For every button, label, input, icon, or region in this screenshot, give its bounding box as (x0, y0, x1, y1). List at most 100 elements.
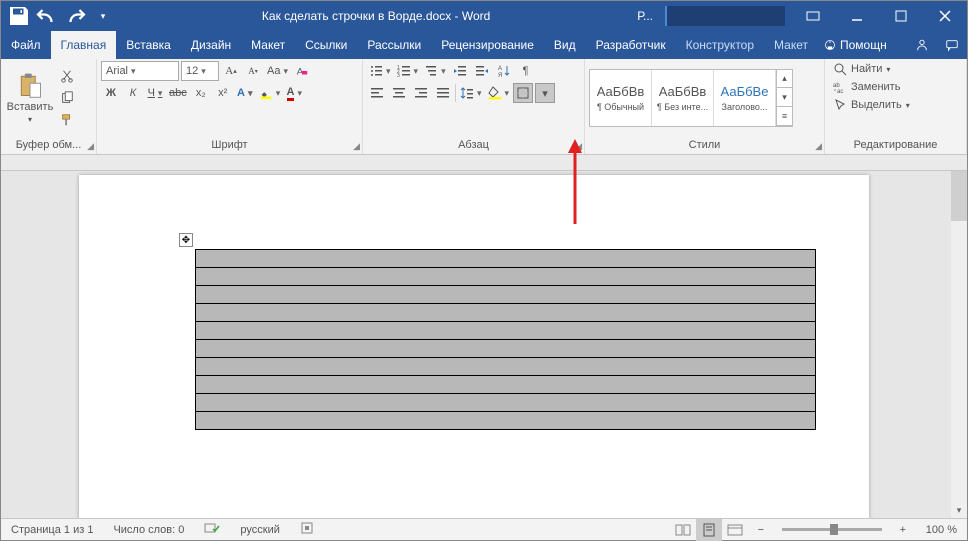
maximize-icon[interactable] (879, 1, 923, 31)
vertical-scrollbar[interactable]: ▾ (951, 171, 967, 518)
table-row[interactable] (196, 394, 816, 412)
zoom-in-icon[interactable]: + (890, 519, 916, 541)
customize-qat-icon[interactable]: ▾ (91, 4, 115, 28)
close-icon[interactable] (923, 1, 967, 31)
ribbon-display-icon[interactable] (791, 1, 835, 31)
superscript-button[interactable]: x² (213, 83, 233, 103)
format-painter-icon[interactable] (57, 110, 77, 130)
status-language[interactable]: русский (230, 524, 289, 536)
italic-button[interactable]: К (123, 83, 143, 103)
tab-mailings[interactable]: Рассылки (357, 31, 431, 59)
table-row[interactable] (196, 304, 816, 322)
borders-dropdown-icon[interactable]: ▾ (535, 83, 555, 103)
decrease-indent-icon[interactable] (450, 61, 470, 81)
align-left-icon[interactable] (367, 83, 387, 103)
style-heading1[interactable]: АаБбВеЗаголово... (714, 70, 776, 126)
zoom-level[interactable]: 100 % (916, 524, 967, 536)
undo-icon[interactable] (35, 4, 59, 28)
find-button[interactable]: Найти▾ (829, 61, 894, 77)
increase-indent-icon[interactable] (472, 61, 492, 81)
bold-button[interactable]: Ж (101, 83, 121, 103)
table-row[interactable] (196, 322, 816, 340)
status-words[interactable]: Число слов: 0 (103, 524, 194, 536)
font-color-icon[interactable]: A (284, 83, 304, 103)
style-more-icon[interactable]: ≡ (777, 107, 792, 126)
comments-icon[interactable] (937, 31, 967, 59)
borders-button[interactable] (513, 83, 533, 103)
select-button[interactable]: Выделить▾ (829, 97, 914, 113)
tab-layout[interactable]: Макет (241, 31, 295, 59)
tab-design[interactable]: Дизайн (181, 31, 241, 59)
tell-me[interactable]: Помощн (818, 31, 893, 59)
horizontal-ruler[interactable] (1, 155, 967, 171)
table[interactable]: ✥ (195, 249, 816, 430)
tab-table-design[interactable]: Конструктор (676, 31, 764, 59)
tab-table-layout[interactable]: Макет (764, 31, 818, 59)
font-size-combo[interactable]: 12 (181, 61, 219, 81)
print-layout-icon[interactable] (696, 519, 722, 541)
redo-icon[interactable] (63, 4, 87, 28)
status-macro-icon[interactable] (290, 521, 324, 538)
paragraph-launcher-icon[interactable]: ◢ (575, 141, 582, 152)
table-row[interactable] (196, 268, 816, 286)
user-badge[interactable]: Р... (631, 9, 659, 23)
page[interactable]: ✥ (79, 175, 869, 518)
minimize-icon[interactable] (835, 1, 879, 31)
table-move-handle-icon[interactable]: ✥ (179, 233, 193, 247)
replace-button[interactable]: abacЗаменить (829, 79, 904, 95)
tab-references[interactable]: Ссылки (295, 31, 357, 59)
cut-icon[interactable] (57, 66, 77, 86)
numbering-icon[interactable]: 123 (395, 61, 421, 81)
multilevel-icon[interactable] (422, 61, 448, 81)
tab-review[interactable]: Рецензирование (431, 31, 544, 59)
tab-file[interactable]: Файл (1, 31, 51, 59)
justify-icon[interactable] (433, 83, 453, 103)
copy-icon[interactable] (57, 88, 77, 108)
table-row[interactable] (196, 412, 816, 430)
strike-button[interactable]: abc (167, 83, 189, 103)
grow-font-icon[interactable]: A▴ (221, 61, 241, 81)
font-name-combo[interactable]: Arial (101, 61, 179, 81)
underline-button[interactable]: Ч (145, 83, 165, 103)
table-row[interactable] (196, 286, 816, 304)
share-icon[interactable] (907, 31, 937, 59)
paste-button[interactable]: Вставить ▾ (5, 65, 55, 131)
bullets-icon[interactable] (367, 61, 393, 81)
styles-launcher-icon[interactable]: ◢ (815, 141, 822, 152)
status-spellcheck-icon[interactable] (194, 521, 230, 538)
line-spacing-icon[interactable] (458, 83, 484, 103)
tab-home[interactable]: Главная (51, 31, 117, 59)
save-icon[interactable] (7, 4, 31, 28)
tab-insert[interactable]: Вставка (116, 31, 181, 59)
style-down-icon[interactable]: ▾ (777, 88, 792, 107)
web-layout-icon[interactable] (722, 519, 748, 541)
read-mode-icon[interactable] (670, 519, 696, 541)
table-row[interactable] (196, 250, 816, 268)
zoom-out-icon[interactable]: − (748, 519, 774, 541)
table-row[interactable] (196, 376, 816, 394)
tab-developer[interactable]: Разработчик (586, 31, 676, 59)
status-page[interactable]: Страница 1 из 1 (1, 524, 103, 536)
align-center-icon[interactable] (389, 83, 409, 103)
tab-view[interactable]: Вид (544, 31, 586, 59)
shrink-font-icon[interactable]: A▾ (243, 61, 263, 81)
style-up-icon[interactable]: ▴ (777, 70, 792, 89)
zoom-slider[interactable] (782, 528, 882, 531)
align-right-icon[interactable] (411, 83, 431, 103)
scroll-down-icon[interactable]: ▾ (951, 502, 967, 518)
style-normal[interactable]: АаБбВв¶ Обычный (590, 70, 652, 126)
clipboard-launcher-icon[interactable]: ◢ (87, 141, 94, 152)
sort-icon[interactable]: AЯ (494, 61, 514, 81)
text-effects-icon[interactable]: A (235, 83, 255, 103)
table-row[interactable] (196, 340, 816, 358)
table-row[interactable] (196, 358, 816, 376)
show-marks-icon[interactable]: ¶ (516, 61, 536, 81)
clear-format-icon[interactable]: A (292, 61, 312, 81)
scrollbar-thumb[interactable] (951, 171, 967, 221)
font-launcher-icon[interactable]: ◢ (353, 141, 360, 152)
change-case-icon[interactable]: Aa (265, 61, 290, 81)
shading-icon[interactable] (486, 83, 512, 103)
subscript-button[interactable]: x₂ (191, 83, 211, 103)
highlight-icon[interactable] (257, 83, 283, 103)
zoom-slider-knob[interactable] (830, 524, 838, 535)
